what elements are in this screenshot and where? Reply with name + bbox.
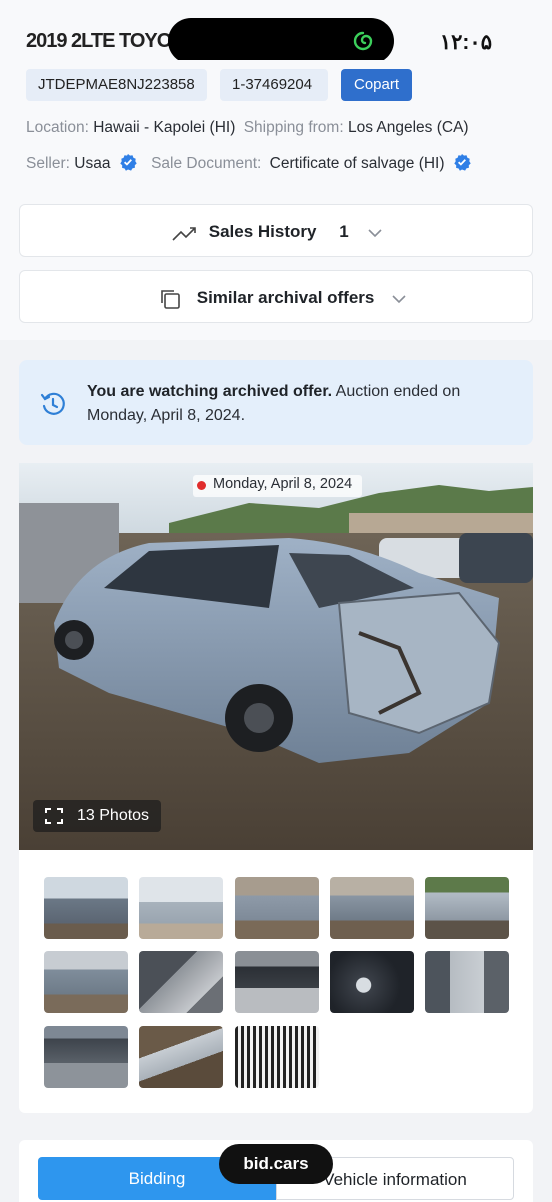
photos-count-button[interactable]: 13 Photos bbox=[33, 800, 162, 832]
banner-bold: You are watching archived offer. bbox=[87, 383, 333, 400]
trend-icon bbox=[172, 226, 196, 241]
thumbnail-13[interactable] bbox=[235, 1026, 319, 1088]
thumbnail-3[interactable] bbox=[235, 877, 319, 939]
main-photo[interactable]: Monday, April 8, 2024 13 Photos bbox=[19, 463, 533, 850]
seller-line: Seller: Usaa Sale Document: Certificate … bbox=[26, 153, 471, 173]
thumbnail-4[interactable] bbox=[330, 877, 414, 939]
vin-chip[interactable]: JTDEPMAE8NJ223858 bbox=[26, 69, 207, 101]
status-time: ۱۲:۰۵ bbox=[439, 31, 492, 54]
history-icon bbox=[40, 392, 65, 415]
chevron-down-icon bbox=[368, 228, 382, 237]
thumbnail-5[interactable] bbox=[425, 877, 509, 939]
lot-chip[interactable]: 1-37469204 bbox=[220, 69, 328, 101]
archived-banner-text: You are watching archived offer. Auction… bbox=[87, 380, 507, 428]
thumbnail-9[interactable] bbox=[330, 951, 414, 1013]
similar-offers-label: Similar archival offers bbox=[196, 288, 375, 307]
seller-label: Seller: bbox=[26, 155, 70, 172]
brand-badge: bid.cars bbox=[219, 1144, 333, 1184]
location-label: Location: bbox=[26, 119, 89, 136]
sales-history-label: Sales History bbox=[208, 222, 317, 241]
similar-offers-toggle[interactable]: Similar archival offers bbox=[19, 270, 533, 323]
thumbnail-7[interactable] bbox=[139, 951, 223, 1013]
verified-icon bbox=[454, 154, 471, 171]
date-dot-icon bbox=[197, 481, 206, 490]
chevron-down-icon bbox=[392, 294, 406, 303]
thumbnail-8[interactable] bbox=[235, 951, 319, 1013]
swirl-icon bbox=[353, 31, 373, 51]
status-left-text: 2019 2LTE TOYOT bbox=[26, 30, 184, 52]
auction-button[interactable]: Copart bbox=[341, 69, 412, 101]
sales-history-toggle[interactable]: Sales History 1 bbox=[19, 204, 533, 257]
shipping-label: Shipping from: bbox=[243, 119, 344, 136]
car-photo-illustration bbox=[19, 463, 533, 850]
location-line: Location: Hawaii - Kapolei (HI) Shipping… bbox=[26, 119, 469, 137]
thumbnail-10[interactable] bbox=[425, 951, 509, 1013]
photos-count-text: 13 Photos bbox=[77, 807, 150, 824]
expand-icon bbox=[45, 808, 63, 824]
photo-gallery: Monday, April 8, 2024 13 Photos bbox=[19, 463, 533, 1113]
location-value: Hawaii - Kapolei (HI) bbox=[93, 119, 236, 136]
verified-icon bbox=[120, 154, 137, 171]
thumbnail-12[interactable] bbox=[139, 1026, 223, 1088]
doc-value: Certificate of salvage (HI) bbox=[269, 155, 445, 172]
thumbnail-2[interactable] bbox=[139, 877, 223, 939]
photo-date: Monday, April 8, 2024 bbox=[193, 475, 363, 497]
thumbnail-6[interactable] bbox=[44, 951, 128, 1013]
doc-label: Sale Document: bbox=[151, 155, 262, 172]
thumbnail-1[interactable] bbox=[44, 877, 128, 939]
copy-icon bbox=[161, 289, 180, 309]
archived-banner: You are watching archived offer. Auction… bbox=[19, 360, 533, 445]
seller-value: Usaa bbox=[74, 155, 111, 172]
shipping-value: Los Angeles (CA) bbox=[347, 119, 469, 136]
sales-history-count: 1 bbox=[339, 222, 349, 241]
thumbnail-11[interactable] bbox=[44, 1026, 128, 1088]
photo-date-text: Monday, April 8, 2024 bbox=[213, 476, 353, 492]
vehicle-header: JTDEPMAE8NJ223858 1-37469204 Copart Loca… bbox=[0, 60, 552, 340]
dynamic-island bbox=[168, 18, 394, 64]
